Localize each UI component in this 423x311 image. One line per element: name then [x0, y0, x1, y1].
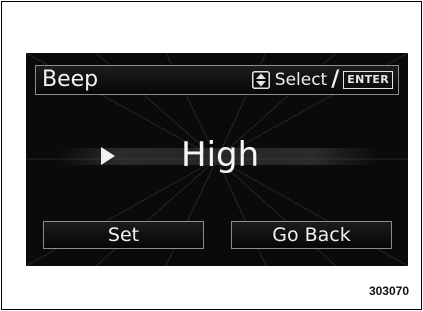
screen-title: Beep: [42, 67, 99, 92]
slash-separator: /: [331, 67, 340, 92]
up-down-arrows-icon: [251, 71, 270, 89]
setting-value-row[interactable]: High: [26, 131, 408, 181]
enter-key-badge: ENTER: [343, 71, 393, 89]
go-back-button[interactable]: Go Back: [231, 221, 392, 249]
figure-code: 303070: [368, 284, 409, 298]
display-screen: Beep Select / ENTER High Set Go Back: [26, 53, 408, 266]
select-label: Select: [274, 70, 328, 90]
right-triangle-icon: [100, 146, 116, 166]
set-button[interactable]: Set: [43, 221, 204, 249]
setting-value: High: [181, 135, 260, 175]
select-hint: Select / ENTER: [251, 67, 393, 92]
title-bar: Beep Select / ENTER: [35, 65, 399, 95]
